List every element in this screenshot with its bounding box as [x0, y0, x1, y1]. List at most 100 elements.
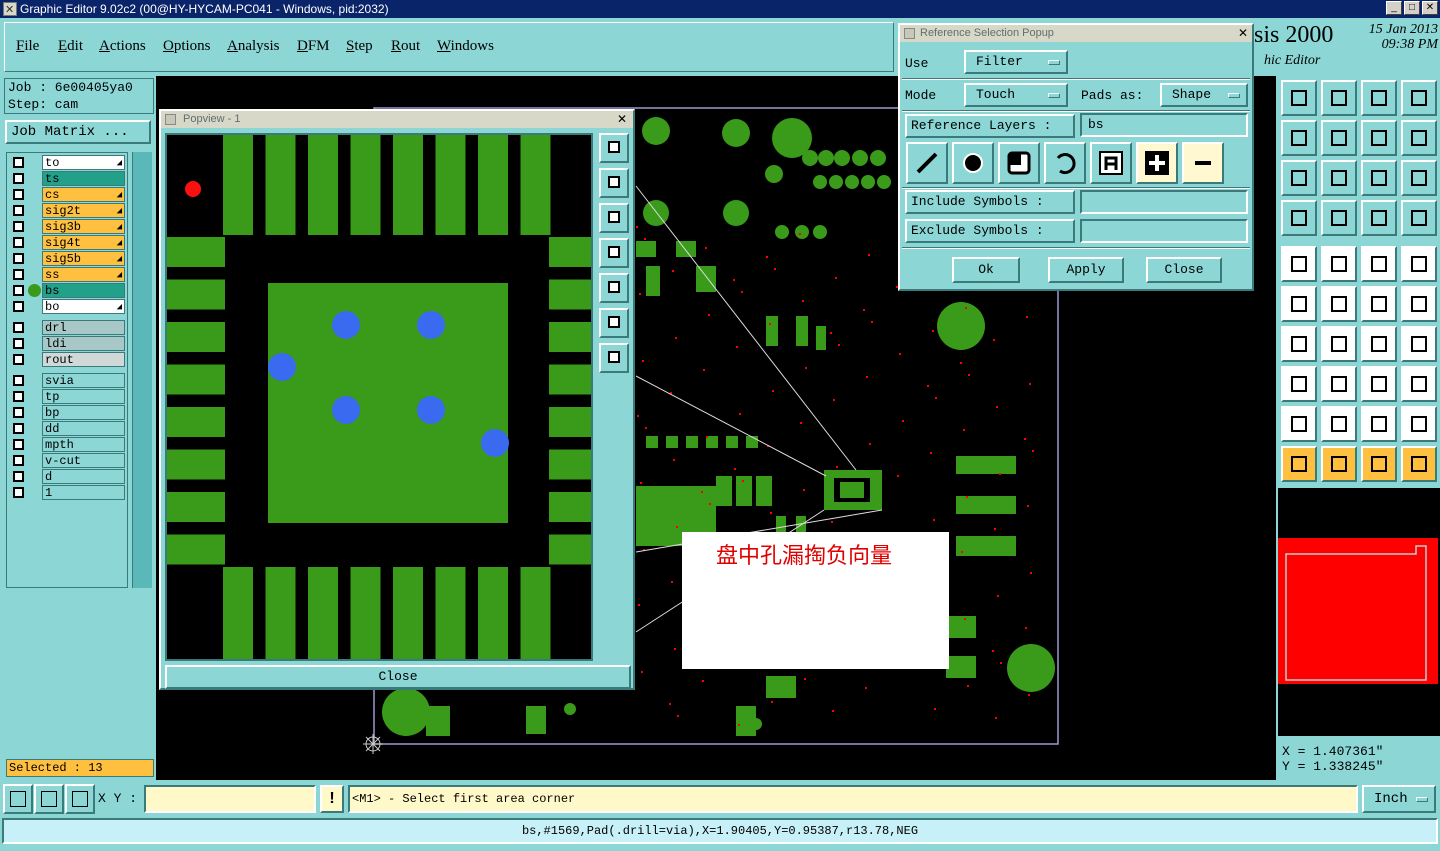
layer-checkbox[interactable] — [13, 221, 24, 232]
layer-name[interactable]: sig4t ◢ — [42, 235, 125, 250]
pv-tool-zoom-in[interactable] — [599, 343, 629, 373]
warning-button[interactable]: ! — [320, 785, 344, 813]
layer-row[interactable]: rout — [9, 352, 129, 367]
s-curve-tool-button[interactable] — [1401, 120, 1437, 156]
snap-button[interactable] — [34, 784, 64, 814]
layer-name[interactable]: sig3b ◢ — [42, 219, 125, 234]
layer-checkbox[interactable] — [13, 253, 24, 264]
layer-checkbox[interactable] — [13, 354, 24, 365]
layer-name[interactable]: drl — [42, 320, 125, 335]
shape-arc-button[interactable] — [1044, 142, 1086, 184]
layer-checkbox[interactable] — [13, 471, 24, 482]
window-split-tool-button[interactable] — [1401, 80, 1437, 116]
triangle-tool-button[interactable] — [1281, 406, 1317, 442]
grid-tool-button[interactable] — [1321, 200, 1357, 236]
pv-tool-zoom-fit[interactable] — [599, 308, 629, 338]
layer-name[interactable]: to ◢ — [42, 155, 125, 170]
job-matrix-button[interactable]: Job Matrix ... — [5, 120, 151, 144]
layer-checkbox[interactable] — [13, 322, 24, 333]
layer-row[interactable]: d — [9, 469, 129, 484]
components-alt-tool-button[interactable] — [1401, 200, 1437, 236]
close-button[interactable]: Close — [1146, 257, 1222, 283]
line-select-tool-button[interactable] — [1321, 246, 1357, 282]
menu-dfm[interactable]: DFM — [297, 38, 330, 55]
swap-tool-button[interactable] — [1361, 120, 1397, 156]
layer-checkbox[interactable] — [13, 455, 24, 466]
ok-button[interactable]: Ok — [952, 257, 1020, 283]
angle-tool-button[interactable] — [1281, 326, 1317, 362]
shape-line-button[interactable] — [906, 142, 948, 184]
help-tool-button[interactable] — [1401, 160, 1437, 196]
pv-tool-1[interactable] — [599, 133, 629, 163]
shape-surface-button[interactable] — [998, 142, 1040, 184]
layer-row[interactable]: sig4t ◢ — [9, 235, 129, 250]
layer-checkbox[interactable] — [13, 301, 24, 312]
layer-name[interactable]: sig2t ◢ — [42, 203, 125, 218]
layer-row[interactable]: to ◢ — [9, 155, 129, 170]
a-shape-alt2-tool-button[interactable] — [1401, 406, 1437, 442]
layer-row[interactable]: tp — [9, 389, 129, 404]
popview-graphic[interactable] — [167, 135, 591, 659]
fit-tool-button[interactable] — [1281, 160, 1317, 196]
dashed-select-tool-button[interactable] — [1401, 246, 1437, 282]
pointer-box-alt-tool-button[interactable] — [1361, 446, 1397, 482]
ratio-tool-button[interactable] — [1361, 160, 1397, 196]
layer-name[interactable]: mpth — [42, 437, 125, 452]
use-select[interactable]: Filter — [964, 50, 1068, 74]
home-tool-button[interactable] — [1281, 80, 1317, 116]
layer-row[interactable]: drl — [9, 320, 129, 335]
exclude-symbols-button[interactable]: Exclude Symbols : — [905, 219, 1075, 243]
include-symbols-input[interactable] — [1080, 190, 1248, 214]
minus-line-tool-button[interactable] — [1321, 366, 1357, 402]
layer-row[interactable]: ldi — [9, 336, 129, 351]
layer-checkbox[interactable] — [13, 285, 24, 296]
xy-input[interactable] — [144, 785, 316, 813]
house-tool-button[interactable] — [1361, 80, 1397, 116]
connect-tool-button[interactable] — [1361, 286, 1397, 322]
refpopup-close-icon[interactable]: ✕ — [1238, 27, 1248, 39]
layer-scroll-strip[interactable] — [132, 152, 152, 588]
layer-row[interactable]: 1 — [9, 485, 129, 500]
menu-edit[interactable]: Edit — [58, 38, 83, 55]
layer-name[interactable]: bp — [42, 405, 125, 420]
layer-row[interactable]: sig3b ◢ — [9, 219, 129, 234]
layer-checkbox[interactable] — [13, 237, 24, 248]
layer-checkbox[interactable] — [13, 157, 24, 168]
maximize-button[interactable]: □ — [1404, 1, 1420, 15]
pv-tool-2[interactable] — [599, 168, 629, 198]
layer-name[interactable]: v-cut — [42, 453, 125, 468]
pv-tool-4[interactable] — [599, 238, 629, 268]
layer-checkbox[interactable] — [13, 391, 24, 402]
layer-name[interactable]: ts — [42, 171, 125, 186]
net-tool-button[interactable] — [1281, 286, 1317, 322]
layer-name[interactable]: dd — [42, 421, 125, 436]
layer-checkbox[interactable] — [13, 407, 24, 418]
layer-row[interactable]: ts — [9, 171, 129, 186]
layer-checkbox[interactable] — [13, 173, 24, 184]
mode-select[interactable]: Touch — [964, 83, 1068, 107]
layer-row[interactable]: bp — [9, 405, 129, 420]
layer-name[interactable]: svia — [42, 373, 125, 388]
ruler-tool-button[interactable] — [1361, 246, 1397, 282]
layer-name[interactable]: d — [42, 469, 125, 484]
cross-tool-button[interactable] — [1321, 286, 1357, 322]
menu-windows[interactable]: Windows — [437, 38, 494, 55]
pads-as-select[interactable]: Shape — [1160, 83, 1248, 107]
a-shape-tool-button[interactable] — [1321, 406, 1357, 442]
connect-alt-tool-button[interactable] — [1401, 286, 1437, 322]
points-tool-button[interactable] — [1281, 366, 1317, 402]
a-shape-alt-tool-button[interactable] — [1361, 406, 1397, 442]
reference-layers-input[interactable]: bs — [1080, 113, 1248, 137]
popview-close-icon[interactable]: ✕ — [617, 113, 629, 125]
measure-box-tool-button[interactable] — [1361, 366, 1397, 402]
network-tool-button[interactable] — [1401, 446, 1437, 482]
arc-tool-button[interactable] — [1361, 326, 1397, 362]
layer-row[interactable]: bs — [9, 283, 129, 298]
menu-step[interactable]: Step — [346, 38, 373, 55]
menu-options[interactable]: Options — [163, 38, 211, 55]
close-window-button[interactable]: ✕ — [1422, 1, 1438, 15]
move-left-tool-button[interactable] — [1281, 120, 1317, 156]
pointer-box-tool-button[interactable] — [1321, 446, 1357, 482]
move-right-tool-button[interactable] — [1321, 120, 1357, 156]
grid-button[interactable] — [65, 784, 95, 814]
